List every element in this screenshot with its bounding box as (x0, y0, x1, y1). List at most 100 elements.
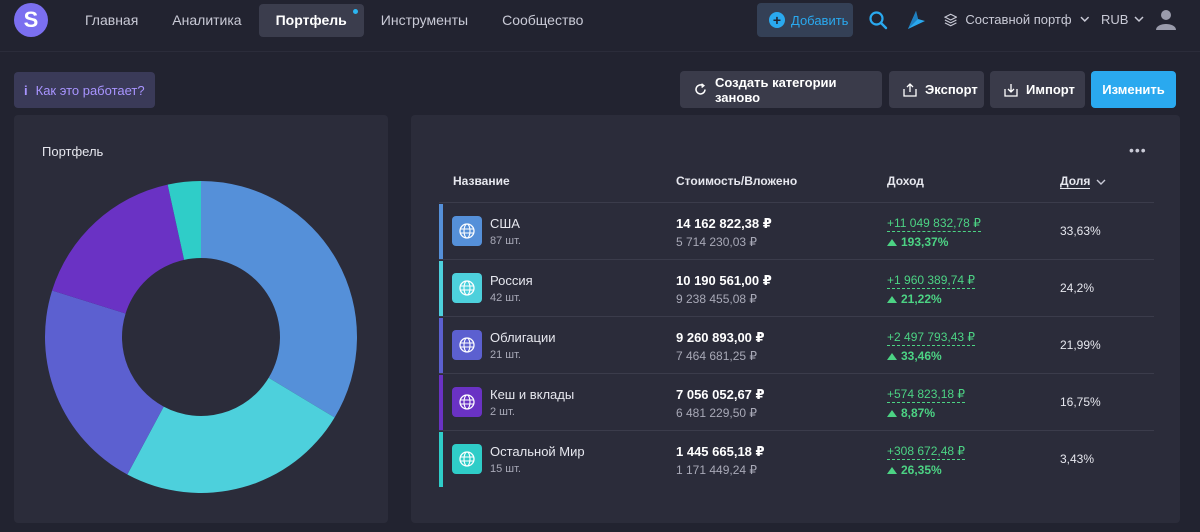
chart-title: Портфель (42, 144, 104, 159)
chevron-down-icon (1134, 16, 1144, 23)
export-button[interactable]: Экспорт (889, 71, 984, 108)
recreate-categories-button[interactable]: Создать категории заново (680, 71, 882, 108)
category-income-percent-value: 26,35% (901, 463, 942, 477)
category-income-percent: 8,87% (887, 406, 935, 420)
more-options-icon[interactable]: ••• (1129, 142, 1147, 158)
main-nav: Главная Аналитика Портфель Инструменты С… (68, 4, 600, 37)
category-quantity: 42 шт. (490, 292, 521, 304)
up-arrow-icon (887, 409, 897, 417)
category-globe-icon (452, 273, 482, 303)
category-share: 16,75% (1060, 395, 1101, 409)
nav-item-analytics[interactable]: Аналитика (155, 4, 258, 37)
category-share: 24,2% (1060, 281, 1095, 295)
top-navigation: S Главная Аналитика Портфель Инструменты… (0, 0, 1200, 42)
category-quantity: 2 шт. (490, 406, 515, 418)
export-icon (903, 82, 917, 97)
category-globe-icon (452, 444, 482, 474)
category-name: Облигации (490, 330, 556, 345)
add-button[interactable]: + Добавить (757, 3, 853, 37)
category-color-bar (439, 204, 443, 259)
column-header-name[interactable]: Название (453, 174, 510, 188)
category-value: 14 162 822,38 ₽ (676, 216, 772, 231)
recreate-categories-label: Создать категории заново (715, 74, 837, 105)
category-color-bar (439, 261, 443, 316)
column-header-income[interactable]: Доход (887, 174, 924, 188)
info-icon: i (24, 82, 28, 98)
portfolio-donut-chart[interactable] (45, 181, 357, 493)
header-divider (0, 51, 1200, 52)
how-it-works-button[interactable]: i Как это работает? (14, 72, 155, 108)
category-invested: 1 171 449,24 ₽ (676, 463, 758, 477)
category-color-bar (439, 375, 443, 430)
column-header-share[interactable]: Доля (1060, 174, 1106, 189)
category-globe-icon (452, 216, 482, 246)
category-color-bar (439, 432, 443, 487)
up-arrow-icon (887, 466, 897, 474)
category-name: Остальной Мир (490, 444, 585, 459)
category-invested: 7 464 681,25 ₽ (676, 349, 758, 363)
currency-selector[interactable]: RUB (1101, 12, 1144, 27)
up-arrow-icon (887, 238, 897, 246)
app-logo[interactable]: S (14, 3, 48, 37)
column-header-share-label: Доля (1060, 174, 1091, 189)
table-row[interactable]: Остальной Мир 15 шт. 1 445 665,18 ₽ 1 17… (439, 430, 1154, 487)
category-globe-icon (452, 387, 482, 417)
category-income[interactable]: +1 960 389,74 ₽ (887, 273, 976, 289)
category-invested: 6 481 229,50 ₽ (676, 406, 758, 420)
category-share: 33,63% (1060, 224, 1101, 238)
category-income-percent: 193,37% (887, 235, 948, 249)
search-icon[interactable] (868, 10, 888, 30)
table-row[interactable]: Облигации 21 шт. 9 260 893,00 ₽ 7 464 68… (439, 316, 1154, 373)
category-value: 10 190 561,00 ₽ (676, 273, 772, 288)
layers-icon (944, 13, 958, 26)
category-income-percent-value: 8,87% (901, 406, 936, 420)
nav-item-community[interactable]: Сообщество (485, 4, 600, 37)
category-share: 21,99% (1060, 338, 1101, 352)
category-share: 3,43% (1060, 452, 1095, 466)
notification-dot (352, 9, 358, 14)
user-avatar-icon[interactable] (1155, 8, 1177, 30)
how-it-works-label: Как это работает? (35, 82, 145, 98)
category-name: Кеш и вклады (490, 387, 575, 402)
portfolio-selector-label: Составной портфель (965, 12, 1072, 27)
category-income[interactable]: +11 049 832,78 ₽ (887, 216, 981, 232)
category-globe-icon (452, 330, 482, 360)
table-row[interactable]: США 87 шт. 14 162 822,38 ₽ 5 714 230,03 … (439, 202, 1154, 259)
category-value: 1 445 665,18 ₽ (676, 444, 765, 459)
sort-desc-icon (1096, 179, 1106, 185)
portfolio-chart-panel: Портфель (14, 115, 388, 523)
import-icon (1004, 83, 1018, 97)
donut-slice-4[interactable] (52, 184, 185, 314)
category-value: 7 056 052,67 ₽ (676, 387, 765, 402)
category-quantity: 15 шт. (490, 463, 521, 475)
refresh-icon (695, 83, 706, 95)
edit-button[interactable]: Изменить (1091, 71, 1176, 108)
nav-item-portfolio[interactable]: Портфель (258, 4, 364, 37)
nav-item-portfolio-label: Портфель (275, 12, 347, 28)
category-income-percent-value: 33,46% (901, 349, 942, 363)
category-quantity: 21 шт. (490, 349, 521, 361)
category-income[interactable]: +2 497 793,43 ₽ (887, 330, 976, 346)
currency-label: RUB (1101, 12, 1129, 27)
nav-item-home[interactable]: Главная (68, 4, 155, 37)
category-income-percent-value: 193,37% (901, 235, 949, 249)
pulse-sparkle-icon[interactable] (905, 9, 927, 31)
table-row[interactable]: Россия 42 шт. 10 190 561,00 ₽ 9 238 455,… (439, 259, 1154, 316)
category-income[interactable]: +308 672,48 ₽ (887, 444, 966, 460)
up-arrow-icon (887, 295, 897, 303)
category-income-percent: 33,46% (887, 349, 942, 363)
category-invested: 9 238 455,08 ₽ (676, 292, 758, 306)
portfolio-selector[interactable]: Составной портфель (944, 12, 1090, 27)
categories-table: США 87 шт. 14 162 822,38 ₽ 5 714 230,03 … (439, 202, 1154, 487)
up-arrow-icon (887, 352, 897, 360)
table-row[interactable]: Кеш и вклады 2 шт. 7 056 052,67 ₽ 6 481 … (439, 373, 1154, 430)
column-header-value[interactable]: Стоимость/Вложено (676, 174, 797, 188)
chevron-down-icon (1080, 16, 1090, 22)
categories-table-panel: ••• Название Стоимость/Вложено Доход Дол… (411, 115, 1180, 523)
donut-slice-1[interactable] (201, 181, 357, 418)
category-income[interactable]: +574 823,18 ₽ (887, 387, 966, 403)
export-label: Экспорт (925, 82, 978, 97)
nav-item-tools[interactable]: Инструменты (364, 4, 485, 37)
import-button[interactable]: Импорт (990, 71, 1085, 108)
category-name: США (490, 216, 520, 231)
